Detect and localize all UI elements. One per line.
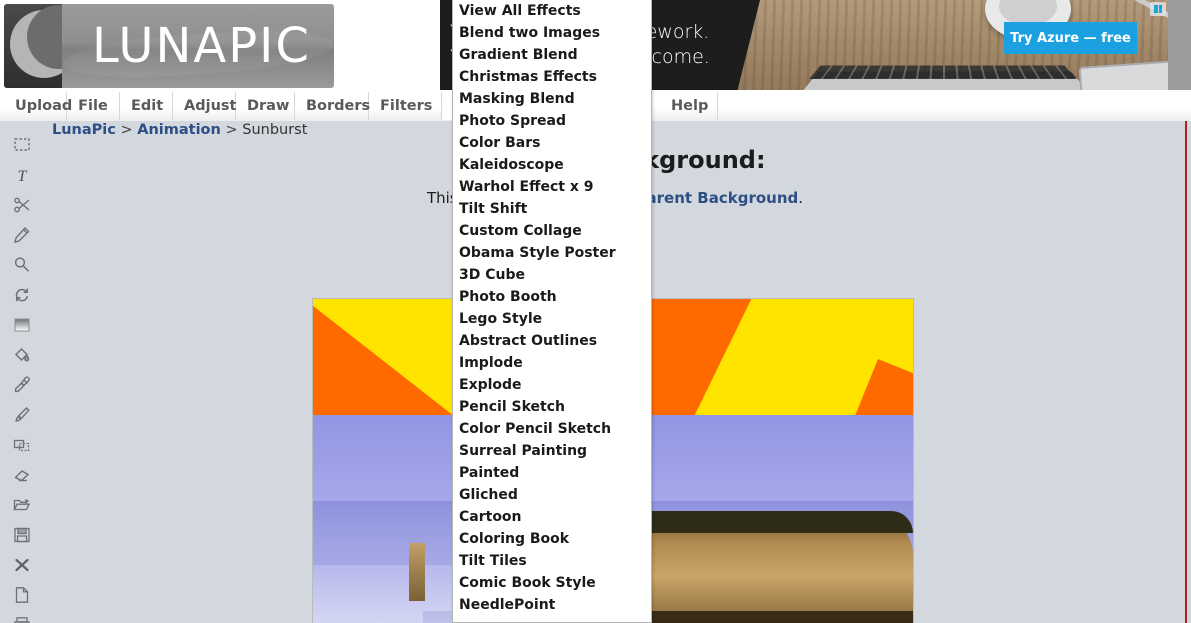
menu-item-borders[interactable]: Borders — [295, 92, 369, 120]
dropdown-item-lego-style[interactable]: Lego Style — [453, 308, 651, 330]
rotate-icon[interactable] — [0, 279, 44, 310]
dropdown-item-blend-two-images[interactable]: Blend two Images — [453, 22, 651, 44]
ad-laptop-keyboard — [809, 65, 1076, 79]
dropdown-item-masking-blend[interactable]: Masking Blend — [453, 88, 651, 110]
dropdown-item-surreal-painting[interactable]: Surreal Painting — [453, 440, 651, 462]
dropdown-item-color-pencil-sketch[interactable]: Color Pencil Sketch — [453, 418, 651, 440]
dropdown-item-gradient-blend[interactable]: Gradient Blend — [453, 44, 651, 66]
breadcrumb: LunaPic > Animation > Sunburst — [52, 122, 307, 138]
dropdown-item-tilt-tiles[interactable]: Tilt Tiles — [453, 550, 651, 572]
save-icon[interactable] — [0, 519, 44, 550]
dropdown-item-implode[interactable]: Implode — [453, 352, 651, 374]
photo-sea-stack — [409, 543, 425, 601]
text-icon[interactable]: T — [0, 159, 44, 190]
breadcrumb-separator-2: > — [221, 122, 242, 138]
menu-item-help[interactable]: Help — [660, 92, 718, 120]
logo-wordmark: LUNAPIC — [92, 18, 311, 74]
new-file-icon[interactable] — [0, 579, 44, 610]
right-red-border — [1185, 121, 1187, 623]
dropdown-item-painted[interactable]: Painted — [453, 462, 651, 484]
logo-dark-tile — [4, 4, 62, 88]
magnifier-icon[interactable] — [0, 249, 44, 280]
dropdown-item-needlepoint[interactable]: NeedlePoint — [453, 594, 651, 616]
lunapic-logo[interactable]: LUNAPIC — [4, 4, 334, 88]
menu-item-edit[interactable]: Edit — [120, 92, 173, 120]
dropdown-item-christmas-effects[interactable]: Christmas Effects — [453, 66, 651, 88]
animation-dropdown-menu[interactable]: View All EffectsBlend two ImagesGradient… — [452, 0, 652, 623]
paint-bucket-icon[interactable] — [0, 339, 44, 370]
dropdown-item-pencil-sketch[interactable]: Pencil Sketch — [453, 396, 651, 418]
selection-icon[interactable] — [0, 129, 44, 160]
dropdown-item-comic-book-style[interactable]: Comic Book Style — [453, 572, 651, 594]
dropdown-item-custom-collage[interactable]: Custom Collage — [453, 220, 651, 242]
ad-cta-button[interactable]: Try Azure — free — [1004, 22, 1137, 54]
dropdown-item-view-all-effects[interactable]: View All Effects — [453, 0, 651, 22]
breadcrumb-link-animation[interactable]: Animation — [137, 122, 221, 138]
logo-moon-mask — [4, 4, 62, 88]
page-subtitle-post: . — [798, 189, 803, 207]
dropdown-item-abstract-outlines[interactable]: Abstract Outlines — [453, 330, 651, 352]
scissors-icon[interactable] — [0, 189, 44, 220]
dropdown-item-tilt-shift[interactable]: Tilt Shift — [453, 198, 651, 220]
menu-item-adjust[interactable]: Adjust — [173, 92, 236, 120]
menu-item-draw[interactable]: Draw — [236, 92, 295, 120]
header-right-filler — [1168, 0, 1191, 90]
dropdown-item-warhol-effect-x-9[interactable]: Warhol Effect x 9 — [453, 176, 651, 198]
dropdown-item-3d-cube[interactable]: 3D Cube — [453, 264, 651, 286]
close-icon[interactable] — [0, 549, 44, 580]
menu-item-file[interactable]: File — [67, 92, 120, 120]
menu-item-filters[interactable]: Filters — [369, 92, 442, 120]
breadcrumb-separator-1: > — [116, 122, 137, 138]
gradient-icon[interactable] — [0, 309, 44, 340]
crescent-moon-icon — [10, 10, 62, 78]
crop-icon[interactable] — [0, 429, 44, 460]
pencil-icon[interactable] — [0, 219, 44, 250]
breadcrumb-link-lunapic[interactable]: LunaPic — [52, 122, 116, 138]
print-icon[interactable] — [0, 609, 44, 623]
dropdown-item-explode[interactable]: Explode — [453, 374, 651, 396]
dropdown-item-obama-style-poster[interactable]: Obama Style Poster — [453, 242, 651, 264]
sun-ray — [803, 359, 913, 415]
dropdown-item-photo-booth[interactable]: Photo Booth — [453, 286, 651, 308]
dropdown-item-color-bars[interactable]: Color Bars — [453, 132, 651, 154]
breadcrumb-current-sunburst: Sunburst — [242, 122, 307, 138]
brush-icon[interactable] — [0, 399, 44, 430]
dropdown-item-gliched[interactable]: Gliched — [453, 484, 651, 506]
eyedropper-icon[interactable] — [0, 369, 44, 400]
tools-sidebar: T — [0, 121, 44, 623]
eraser-icon[interactable] — [0, 459, 44, 490]
dropdown-item-cartoon[interactable]: Cartoon — [453, 506, 651, 528]
dropdown-item-coloring-book[interactable]: Coloring Book — [453, 528, 651, 550]
dropdown-item-kaleidoscope[interactable]: Kaleidoscope — [453, 154, 651, 176]
svg-text:T: T — [18, 168, 28, 185]
dropdown-item-photo-spread[interactable]: Photo Spread — [453, 110, 651, 132]
menu-item-upload[interactable]: Upload — [4, 92, 67, 120]
open-folder-icon[interactable] — [0, 489, 44, 520]
ad-choices-icon[interactable] — [1150, 2, 1166, 16]
